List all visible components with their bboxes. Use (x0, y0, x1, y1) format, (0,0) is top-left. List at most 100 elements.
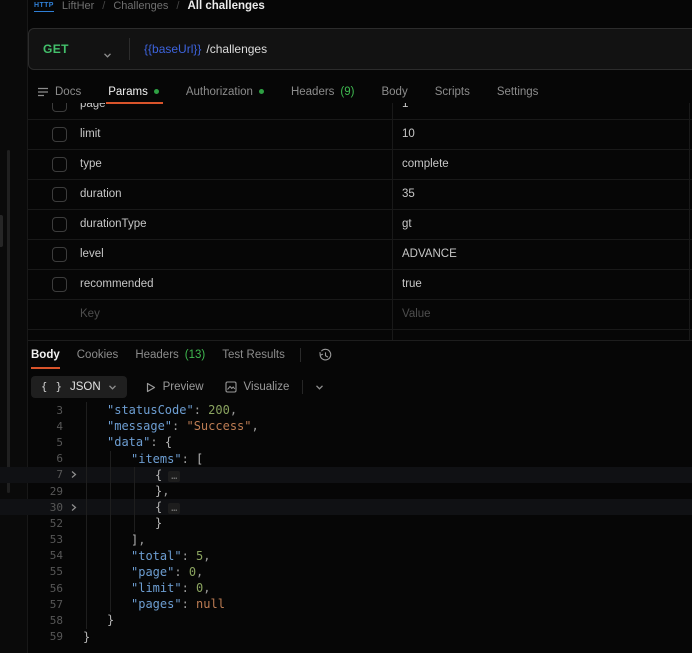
query-params-table: page1limit10typecompleteduration35durati… (28, 103, 692, 340)
more-formats-chevron[interactable] (315, 384, 324, 391)
param-value-cell[interactable]: true (402, 270, 422, 299)
collapse-toggle[interactable] (63, 503, 83, 512)
preview-label: Preview (163, 381, 204, 393)
response-tab-headers[interactable]: Headers(13) (135, 341, 205, 369)
param-checkbox[interactable] (52, 127, 67, 142)
param-checkbox[interactable] (52, 103, 67, 112)
token-punc: , (252, 419, 259, 433)
code-content: "statusCode": 200, (83, 402, 237, 418)
panel-resize-handle[interactable] (0, 215, 3, 247)
param-checkbox[interactable] (52, 157, 67, 172)
history-button[interactable] (318, 348, 333, 363)
param-row-limit[interactable]: limit 10 (28, 120, 692, 150)
indent-guide (134, 499, 135, 515)
token-punc: : (182, 581, 196, 595)
column-divider (689, 103, 690, 340)
token-punc: : (182, 452, 196, 466)
code-line-3: 3"statusCode": 200, (0, 402, 692, 418)
param-checkbox[interactable] (52, 187, 67, 202)
breadcrumb: HTTP LiftHer / Challenges / All challeng… (34, 0, 265, 14)
response-tab-cookies[interactable]: Cookies (77, 341, 119, 369)
token-key: "total" (131, 549, 182, 563)
param-key-cell[interactable]: recommended (80, 270, 154, 299)
expand-chevron-icon (69, 503, 78, 512)
param-row-type[interactable]: type complete (28, 150, 692, 180)
tab-params[interactable]: Params (108, 79, 159, 104)
tab-authorization-label: Authorization (186, 86, 253, 98)
line-number: 5 (28, 436, 63, 449)
indent-guide (110, 564, 111, 580)
indent-guide (110, 580, 111, 596)
param-row-recommended[interactable]: recommended true (28, 270, 692, 300)
param-value-cell[interactable]: complete (402, 150, 449, 179)
code-line-59: 59} (0, 629, 692, 645)
param-value-placeholder[interactable]: Value (402, 300, 431, 329)
param-row-new[interactable]: Key Value (28, 300, 692, 330)
param-row-page[interactable]: page 1 (28, 103, 692, 120)
tab-scripts[interactable]: Scripts (435, 79, 470, 104)
param-checkbox[interactable] (52, 217, 67, 232)
breadcrumb-separator: / (102, 0, 105, 12)
code-line-7: 7 {… (0, 467, 692, 483)
param-key-cell[interactable]: limit (80, 120, 100, 149)
code-content: "total": 5, (83, 548, 211, 564)
method-label: GET (43, 42, 69, 56)
line-number: 55 (28, 565, 63, 578)
param-key-cell[interactable]: page (80, 103, 106, 119)
param-value-cell[interactable]: 35 (402, 180, 415, 209)
format-label: JSON (70, 381, 101, 393)
param-row-duration[interactable]: duration 35 (28, 180, 692, 210)
collapsed-ellipsis: … (168, 503, 180, 514)
response-tab-test-results[interactable]: Test Results (222, 341, 285, 369)
column-divider (392, 103, 393, 340)
token-punc: : (182, 549, 196, 563)
line-number: 30 (28, 501, 63, 514)
collapse-toggle[interactable] (63, 470, 83, 479)
token-null: null (196, 597, 225, 611)
indent-guide (86, 467, 87, 483)
chevron-down-icon[interactable] (103, 46, 112, 64)
param-row-level[interactable]: level ADVANCE (28, 240, 692, 270)
param-checkbox[interactable] (52, 247, 67, 262)
response-tab-body[interactable]: Body (31, 341, 60, 369)
token-punc: : (174, 565, 188, 579)
url-input[interactable]: {{baseUrl}} /challenges (144, 29, 267, 69)
visualize-button[interactable]: Visualize (225, 381, 290, 393)
tab-settings[interactable]: Settings (497, 79, 539, 104)
line-number: 59 (28, 630, 63, 643)
param-key-cell[interactable]: durationType (80, 210, 147, 239)
breadcrumb-collection[interactable]: LiftHer (62, 0, 94, 12)
param-value-cell[interactable]: gt (402, 210, 412, 239)
tab-body[interactable]: Body (381, 79, 407, 104)
method-selector[interactable]: GET (43, 29, 69, 69)
param-key-cell[interactable]: duration (80, 180, 122, 209)
tab-docs[interactable]: Docs (37, 79, 81, 104)
breadcrumb-separator: / (176, 0, 179, 12)
param-value-cell[interactable]: 1 (402, 103, 408, 119)
indent-guide (86, 515, 87, 531)
param-row-durationType[interactable]: durationType gt (28, 210, 692, 240)
line-number: 7 (28, 468, 63, 481)
tab-headers[interactable]: Headers(9) (291, 79, 355, 104)
line-number: 53 (28, 533, 63, 546)
param-key-cell[interactable]: level (80, 240, 104, 269)
code-content: "items": [ (83, 451, 203, 467)
token-brace: } (155, 516, 162, 530)
code-content: "pages": null (83, 596, 225, 612)
indent-guide (110, 532, 111, 548)
token-brace: } (83, 630, 90, 644)
param-key-placeholder[interactable]: Key (80, 300, 100, 329)
code-content: ], (83, 532, 145, 548)
tab-authorization[interactable]: Authorization (186, 79, 264, 104)
preview-button[interactable]: Preview (146, 381, 204, 393)
token-num: 0 (189, 565, 196, 579)
response-format-dropdown[interactable]: { } JSON (31, 376, 127, 398)
param-checkbox[interactable] (52, 277, 67, 292)
param-key-cell[interactable]: type (80, 150, 102, 179)
param-value-cell[interactable]: ADVANCE (402, 240, 457, 269)
param-value-cell[interactable]: 10 (402, 120, 415, 149)
tab-scripts-label: Scripts (435, 86, 470, 98)
code-content: {… (83, 467, 180, 483)
breadcrumb-folder[interactable]: Challenges (113, 0, 168, 12)
indent-guide (110, 467, 111, 483)
